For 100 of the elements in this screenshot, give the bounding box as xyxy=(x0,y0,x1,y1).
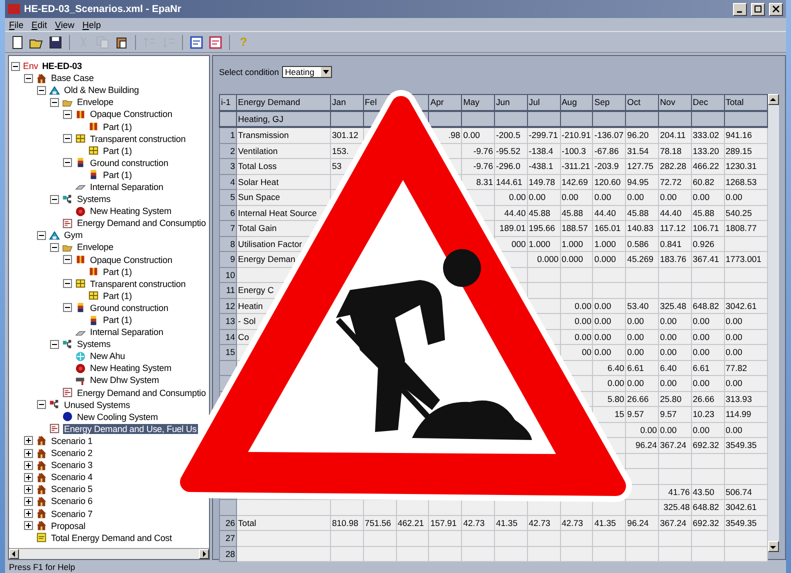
expander-toggle[interactable] xyxy=(50,98,59,107)
expander-toggle[interactable] xyxy=(24,460,33,470)
table-cell: 153. xyxy=(332,146,349,156)
tree-item[interactable]: Proposal xyxy=(50,520,86,531)
tree-item[interactable]: Scenario 7 xyxy=(50,508,94,519)
expander-toggle[interactable] xyxy=(24,521,33,530)
table-cell: 117.12 xyxy=(660,223,686,234)
tree-item[interactable]: New Heating System xyxy=(89,206,172,216)
menu-item[interactable]: View xyxy=(55,20,74,30)
expander-toggle[interactable] xyxy=(24,74,33,83)
scroll-left-icon[interactable] xyxy=(11,551,17,557)
table-cell: 188.57 xyxy=(562,223,588,234)
expander-toggle[interactable] xyxy=(37,86,46,95)
tree-item[interactable]: Part (1) xyxy=(102,170,133,180)
menu-item[interactable]: Help xyxy=(82,20,101,30)
tree-item[interactable]: Scenario 6 xyxy=(50,496,94,506)
tree-item[interactable]: Scenario 4 xyxy=(50,472,94,482)
tree-item[interactable]: Scenario 1 xyxy=(50,436,94,446)
window-icon xyxy=(75,278,86,290)
tree-item[interactable]: Scenario 3 xyxy=(50,460,94,470)
document-button[interactable] xyxy=(188,34,205,50)
tree-item[interactable]: Energy Demand and Consumptio xyxy=(76,388,207,398)
expander-toggle[interactable] xyxy=(24,436,33,446)
condition-dropdown[interactable]: Heating xyxy=(282,66,332,78)
building-icon xyxy=(49,84,60,96)
table-cell: 0.00 xyxy=(692,347,710,358)
tree-item[interactable]: Unused Systems xyxy=(63,400,131,410)
vertical-scrollbar[interactable] xyxy=(768,94,779,552)
tree-item[interactable]: Energy Demand and Consumptio xyxy=(76,218,207,228)
expander-toggle[interactable] xyxy=(37,400,46,410)
tree-item[interactable]: Opaque Construction xyxy=(89,254,174,265)
tree-item[interactable]: New Cooling System xyxy=(76,412,159,422)
tree-item[interactable]: Part (1) xyxy=(102,290,133,301)
table-cell: 9.57 xyxy=(660,409,677,420)
expander-toggle[interactable] xyxy=(11,62,20,71)
tree-item[interactable]: Systems xyxy=(76,339,112,350)
table-cell: 0.000 xyxy=(562,254,584,264)
minimize-button[interactable] xyxy=(733,2,747,16)
row-number: 4 xyxy=(230,176,235,187)
tree-item[interactable]: Gym xyxy=(63,230,84,240)
tree-item[interactable]: Base Case xyxy=(50,73,95,84)
table-cell: 0.00 xyxy=(607,378,624,388)
expander-toggle[interactable] xyxy=(63,158,72,168)
close-button[interactable] xyxy=(769,2,783,16)
table-cell: 325.48 xyxy=(663,502,690,512)
expander-toggle[interactable] xyxy=(50,242,59,252)
tree-item[interactable]: Opaque Construction xyxy=(89,109,174,120)
tree-item[interactable]: Energy Demand and Use, Fuel Us xyxy=(63,424,198,434)
tree-item[interactable]: Transparent construction xyxy=(89,134,187,144)
table-cell: 144.61 xyxy=(496,176,522,187)
tree-item[interactable]: Scenario 5 xyxy=(50,484,94,494)
maximize-button[interactable] xyxy=(751,2,765,16)
layers-icon xyxy=(75,157,86,168)
horizontal-scrollbar[interactable] xyxy=(9,548,209,559)
menu-item[interactable]: Edit xyxy=(32,20,48,30)
tree-item[interactable]: Systems xyxy=(76,194,112,204)
tree-item[interactable]: Old & New Building xyxy=(63,85,140,96)
tree-item[interactable]: New Heating System xyxy=(89,363,172,374)
scroll-right-icon[interactable] xyxy=(201,551,207,557)
scroll-down-icon[interactable] xyxy=(770,544,776,550)
expander-toggle[interactable] xyxy=(63,303,72,312)
maximize-icon xyxy=(754,5,762,13)
tree-item[interactable]: Part (1) xyxy=(102,146,133,156)
dropdown-arrow-icon[interactable] xyxy=(323,70,330,74)
tree-item[interactable]: New Ahu xyxy=(89,351,126,362)
expander-toggle[interactable] xyxy=(63,134,72,144)
row-number: 28 xyxy=(225,548,235,559)
expander-toggle[interactable] xyxy=(24,448,33,458)
scroll-up-icon[interactable] xyxy=(770,96,776,102)
tree-item[interactable]: HE-ED-03 xyxy=(41,61,83,72)
tree-item[interactable]: Envelope xyxy=(76,242,114,252)
table-cell: -203.9 xyxy=(594,161,619,172)
expander-toggle[interactable] xyxy=(24,496,33,506)
expander-toggle[interactable] xyxy=(50,194,59,204)
expander-toggle[interactable] xyxy=(24,472,33,482)
save-button[interactable] xyxy=(47,34,64,50)
expander-toggle[interactable] xyxy=(63,255,72,264)
expander-toggle[interactable] xyxy=(50,340,59,349)
tree-item[interactable]: Total Energy Demand and Cost xyxy=(50,532,173,543)
tree-item[interactable]: New Dhw System xyxy=(89,375,160,386)
tree-item[interactable]: Envelope xyxy=(76,97,114,108)
tree-item[interactable]: Internal Separation xyxy=(89,327,164,338)
table-cell: 0.00 xyxy=(692,332,710,342)
expander-toggle[interactable] xyxy=(24,484,33,494)
tree-item[interactable]: Scenario 2 xyxy=(50,448,94,458)
expander-toggle[interactable] xyxy=(63,279,72,288)
tree-item[interactable]: Part (1) xyxy=(102,122,133,132)
document-button[interactable] xyxy=(207,34,224,50)
tree-item[interactable]: Part (1) xyxy=(102,266,133,277)
tree-item[interactable]: Transparent construction xyxy=(89,278,187,289)
expander-toggle[interactable] xyxy=(37,230,46,240)
menu-item[interactable]: File xyxy=(9,20,24,30)
table-cell: 692.32 xyxy=(692,440,720,450)
expander-toggle[interactable] xyxy=(63,110,72,119)
tree-item[interactable]: Part (1) xyxy=(102,315,133,326)
expander-toggle[interactable] xyxy=(24,509,33,518)
tree-item[interactable]: Ground construction xyxy=(89,302,170,313)
tree-item[interactable]: Internal Separation xyxy=(89,182,164,192)
tree-item[interactable]: Ground construction xyxy=(89,158,170,168)
table-cell: 41.76 xyxy=(668,486,690,497)
